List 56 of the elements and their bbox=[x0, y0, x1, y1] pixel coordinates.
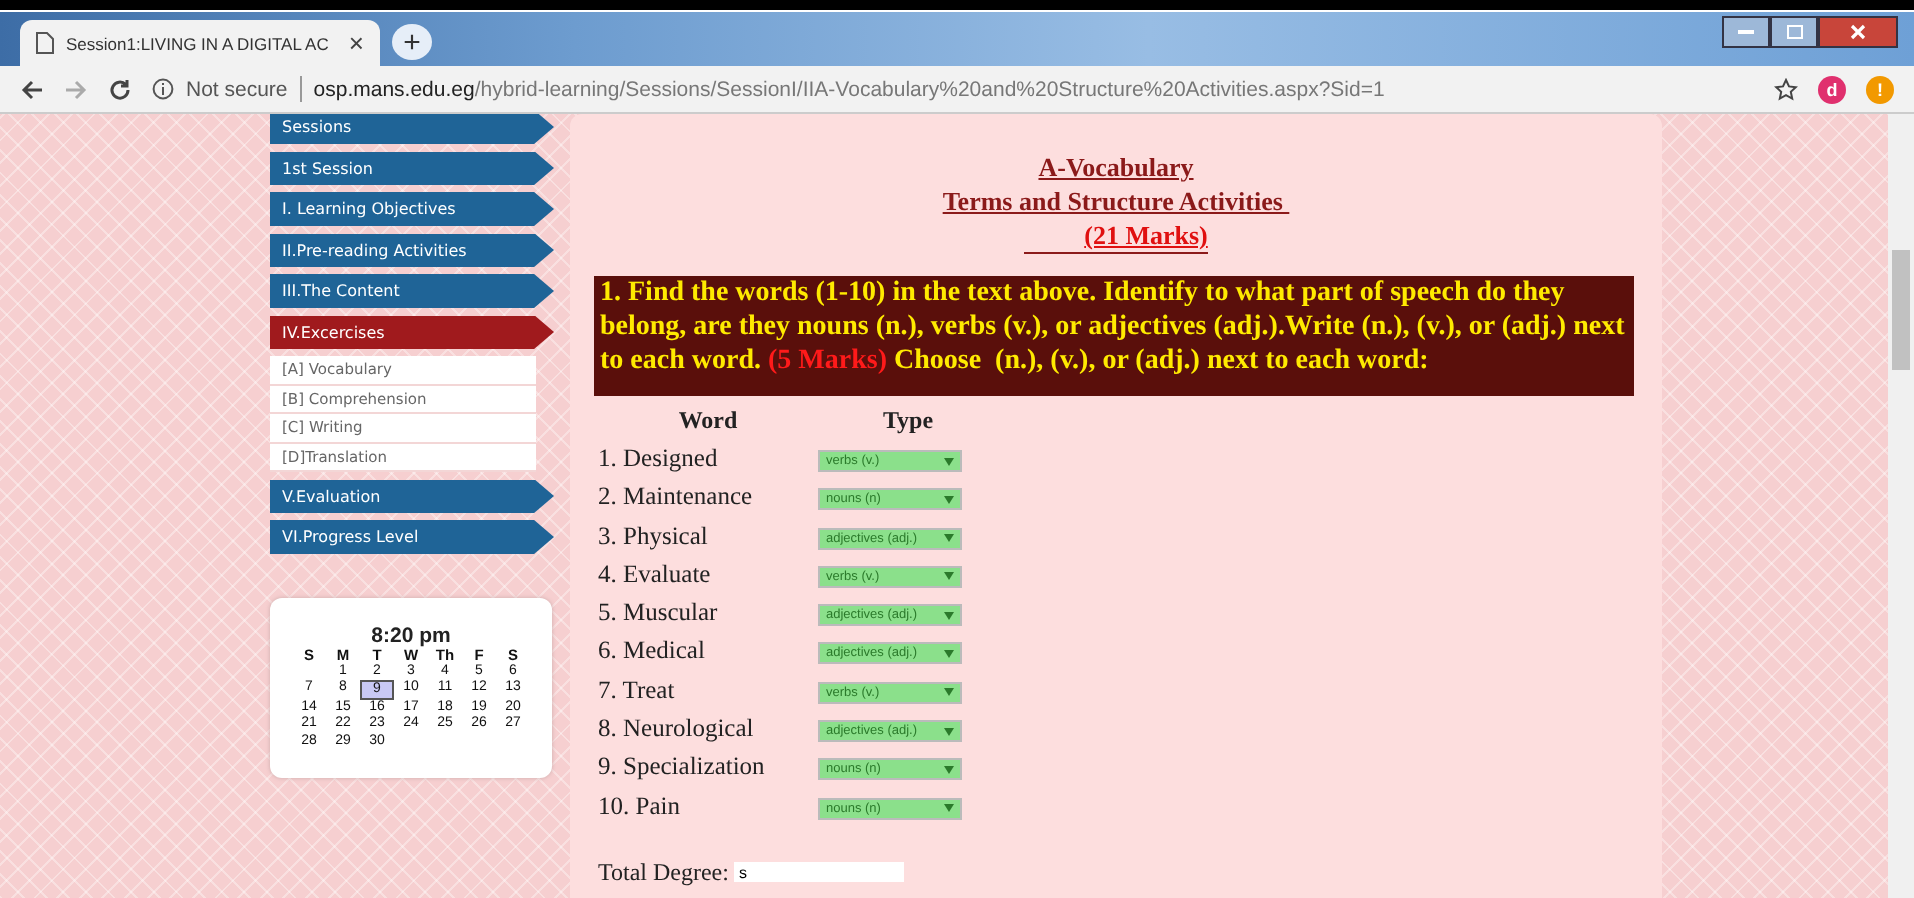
caret-icon bbox=[944, 727, 954, 736]
column-header: Type bbox=[880, 406, 936, 438]
caret-icon bbox=[944, 534, 954, 543]
word-label: 1. Designed bbox=[598, 444, 720, 476]
word-label: 2. Maintenance bbox=[598, 482, 755, 515]
caret-icon bbox=[944, 495, 954, 504]
column-header: Word bbox=[676, 406, 740, 438]
word-label: 10. Pain bbox=[598, 791, 682, 824]
word-label: 4. Evaluate bbox=[598, 559, 713, 592]
sidebar-item[interactable]: III.The Content bbox=[270, 274, 554, 308]
sidebar-item[interactable]: Sessions bbox=[270, 114, 554, 144]
instruction-text: 1. Find the words (1-10) in the text above. Identify to what part of speech do they belong, are they nouns (n.), verbs (v.), or adjectives (adj.).Write (n.), (v.), or (adj.) next to each word. (5 Marks) Choose (n.), (v.), or (adj.) next to each word: bbox=[594, 276, 1634, 396]
sidebar-item[interactable]: I. Learning Objectives bbox=[270, 192, 554, 226]
word-label: 5. Muscular bbox=[598, 598, 720, 631]
browser-tab[interactable]: Session1:LIVING IN A DIGITAL AC × bbox=[20, 20, 380, 66]
word-label: 7. Treat bbox=[598, 675, 677, 708]
marks-label: (21 Marks) bbox=[1024, 218, 1208, 254]
security-label: Not secure bbox=[186, 77, 288, 101]
caret-icon bbox=[944, 804, 954, 813]
close-icon bbox=[1850, 24, 1866, 40]
total-input[interactable]: s bbox=[734, 862, 905, 883]
tab-title: Session1:LIVING IN A DIGITAL AC bbox=[66, 33, 331, 53]
caret-icon bbox=[944, 572, 954, 581]
caret-icon bbox=[944, 457, 954, 465]
caret-icon bbox=[944, 611, 954, 620]
page-icon bbox=[36, 32, 54, 54]
minimize-icon bbox=[1738, 29, 1754, 35]
word-label: 9. Specialization bbox=[598, 752, 767, 785]
info-icon[interactable] bbox=[152, 78, 174, 100]
page-title: A-Vocabulary bbox=[1038, 150, 1194, 184]
sidebar-item[interactable]: V.Evaluation bbox=[270, 479, 554, 513]
word-label: 8. Neurological bbox=[598, 714, 756, 747]
caret-icon bbox=[944, 688, 954, 697]
close-button[interactable] bbox=[1818, 16, 1898, 48]
restore-button[interactable] bbox=[1770, 16, 1818, 48]
word-label: 6. Medical bbox=[598, 636, 707, 669]
back-icon[interactable] bbox=[20, 77, 44, 101]
total-label: Total Degree: bbox=[598, 857, 729, 888]
restore-icon bbox=[1785, 24, 1803, 40]
tab-close-button[interactable]: × bbox=[348, 28, 364, 58]
scrollbar[interactable] bbox=[1888, 114, 1914, 898]
new-tab-button[interactable]: + bbox=[392, 24, 432, 60]
word-label: 3. Physical bbox=[598, 521, 710, 554]
profile-avatar[interactable]: d bbox=[1818, 75, 1846, 103]
page-subtitle: Terms and Structure Activities bbox=[942, 184, 1285, 218]
sidebar-item[interactable]: 1st Session bbox=[270, 151, 554, 185]
caret-icon bbox=[944, 765, 954, 774]
minimize-button[interactable] bbox=[1722, 16, 1770, 48]
caret-icon bbox=[944, 649, 954, 658]
star-icon[interactable] bbox=[1774, 77, 1798, 101]
url-text[interactable]: osp.mans.edu.eg/hybrid-learning/Sessions/SessionI/IIA-Vocabulary%20and%20Structure%20Activities.aspx?Sid=1 bbox=[313, 77, 1385, 101]
sidebar-item[interactable]: II.Pre-reading Activities bbox=[270, 233, 554, 267]
sidebar-item[interactable]: IV.Excercises bbox=[270, 315, 554, 349]
reload-icon[interactable] bbox=[108, 77, 132, 101]
sidebar-item[interactable]: VI.Progress Level bbox=[270, 520, 554, 554]
clock-time: 8:20 pm bbox=[371, 623, 451, 647]
